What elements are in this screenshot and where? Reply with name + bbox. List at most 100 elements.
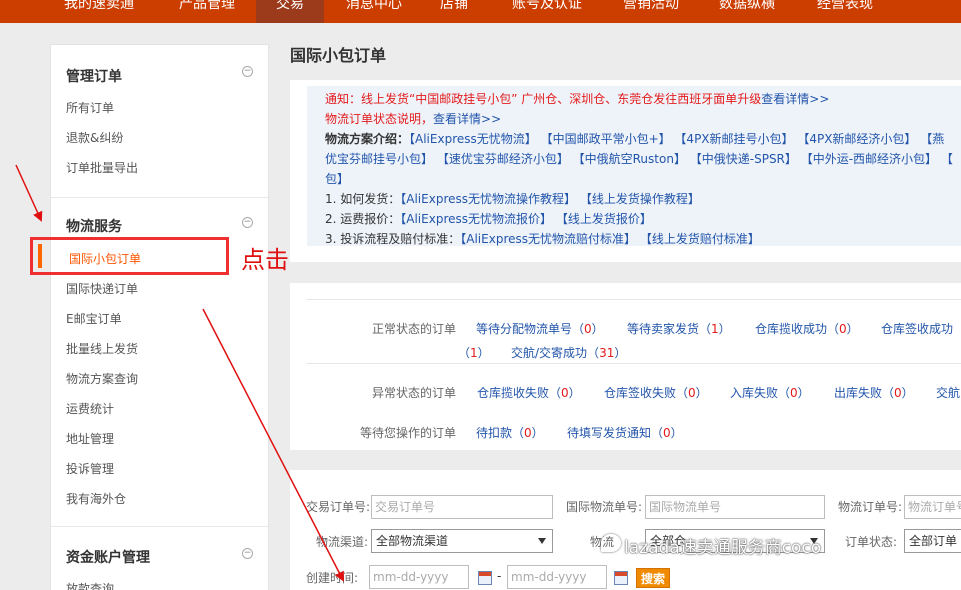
nav-my-aliexpress[interactable]: 我的速卖通 — [55, 0, 143, 23]
start-date-input[interactable] — [369, 565, 469, 589]
calendar-icon[interactable] — [478, 571, 492, 585]
status-link[interactable]: 仓库签收失败（0） — [604, 384, 708, 401]
nav-performance[interactable]: 经营表现 — [806, 0, 884, 23]
divider — [306, 363, 961, 364]
plan-links[interactable]: 【AliExpress无忧物流】 【中国邮政平常小包+】 【4PX新邮挂号小包】… — [409, 132, 944, 146]
top-nav: 我的速卖通 产品管理 交易 消息中心 店铺 账号及认证 营销活动 数据纵横 经营… — [0, 0, 961, 23]
order-status-value: 全部订单 — [909, 534, 958, 548]
status-link[interactable]: 交航/交寄成功（31） — [511, 344, 626, 361]
nav-marketing[interactable]: 营销活动 — [612, 0, 690, 23]
sidebar: 管理订单 − 所有订单 退款&纠纷 订单批量导出 物流服务 − 国际小包订单 国… — [50, 44, 269, 590]
nav-trade[interactable]: 交易 — [256, 0, 324, 23]
calendar-icon[interactable] — [614, 571, 628, 585]
intl-tracking-input[interactable] — [645, 495, 825, 519]
divider — [51, 526, 268, 527]
status-name: 待填写发货通知 — [567, 426, 652, 440]
sidebar-item-complaints[interactable]: 投诉管理 — [66, 460, 114, 477]
status-name: 仓库签收失败 — [604, 386, 677, 400]
collapse-icon[interactable]: − — [242, 548, 253, 559]
status-count: 0 — [790, 386, 798, 400]
status-link[interactable]: 待扣款（0） — [476, 424, 544, 441]
status-name: 待扣款 — [476, 426, 513, 440]
search-button[interactable]: 搜索 — [636, 568, 670, 588]
status-link[interactable]: 仓库揽收失败（0） — [477, 384, 581, 401]
status-link[interactable]: 入库失败（0） — [730, 384, 810, 401]
end-date-input[interactable] — [507, 565, 607, 589]
sidebar-item-refunds[interactable]: 退款&纠纷 — [66, 129, 123, 146]
sidebar-item-intl-express[interactable]: 国际快递订单 — [66, 280, 138, 297]
nav-products[interactable]: 产品管理 — [168, 0, 246, 23]
status-desc-text: 物流订单状态说明， — [325, 112, 434, 126]
status-link[interactable]: 仓库签收成功（ — [881, 320, 961, 337]
abnormal-orders-label: 异常状态的订单 — [372, 386, 457, 400]
wechat-icon — [601, 534, 621, 552]
faq-label: 2. 运费报价： — [325, 212, 401, 226]
click-annotation: 点击 — [241, 246, 289, 274]
status-link[interactable]: 等待卖家发货（1） — [627, 320, 731, 337]
watermark: lazada速卖通服务商coco — [624, 538, 822, 558]
page-title: 国际小包订单 — [290, 46, 387, 65]
section-title-manage-orders: 管理订单 — [66, 69, 122, 85]
status-count: 0 — [584, 322, 592, 336]
sidebar-item-payout-query[interactable]: 放款查询 — [66, 580, 114, 590]
status-name: 入库失败 — [730, 386, 779, 400]
nav-messages[interactable]: 消息中心 — [335, 0, 413, 23]
status-name: 交航/交寄成功 — [511, 346, 588, 360]
status-link[interactable]: 仓库揽收成功（0） — [755, 320, 859, 337]
faq-label: 3. 投诉流程及赔付标准： — [325, 232, 461, 246]
status-name: 仓库签收成功 — [881, 322, 954, 336]
status-count: 0 — [688, 386, 696, 400]
date-range-separator: - — [497, 569, 502, 583]
nav-account[interactable]: 账号及认证 — [503, 0, 591, 23]
notice-line: 通知：线上发货“中国邮政挂号小包” 广州仓、深圳仓、东莞仓发往西班牙面单升级查看… — [325, 90, 829, 107]
notice-detail-link[interactable]: 查看详情>> — [761, 92, 829, 106]
status-link[interactable]: 待填写发货通知（0） — [567, 424, 683, 441]
status-name: 等待分配物流单号 — [476, 322, 573, 336]
status-name: 等待卖家发货 — [627, 322, 700, 336]
logistics-order-label: 物流订单号: — [838, 500, 903, 514]
sidebar-item-batch-export[interactable]: 订单批量导出 — [66, 159, 138, 176]
plans-line: 物流方案介绍：【AliExpress无忧物流】 【中国邮政平常小包+】 【4PX… — [325, 130, 944, 147]
nav-store[interactable]: 店铺 — [425, 0, 483, 23]
channel-value: 全部物流渠道 — [376, 534, 449, 548]
status-count: 0 — [561, 386, 569, 400]
sidebar-item-plan-query[interactable]: 物流方案查询 — [66, 370, 138, 387]
order-status-select[interactable]: 全部订单 — [904, 529, 961, 553]
collapse-icon[interactable]: − — [242, 217, 253, 228]
faq-links[interactable]: 【AliExpress无忧物流报价】 【线上发货报价】 — [400, 212, 652, 226]
logistics-order-input[interactable] — [904, 495, 961, 519]
order-status-label: 订单状态: — [845, 535, 898, 549]
faq-links[interactable]: 【AliExpress无忧物流操作教程】 【线上发货操作教程】 — [400, 192, 700, 206]
status-link[interactable]: （1） — [458, 344, 490, 361]
intl-tracking-label: 国际物流单号: — [566, 500, 643, 514]
notice-panel: 通知：线上发货“中国邮政挂号小包” 广州仓、深圳仓、东莞仓发往西班牙面单升级查看… — [290, 80, 961, 262]
nav-data[interactable]: 数据纵横 — [708, 0, 786, 23]
status-name: 出库失败 — [834, 386, 883, 400]
status-detail-link[interactable]: 查看详情>> — [433, 112, 501, 126]
sidebar-item-overseas-warehouse[interactable]: 我有海外仓 — [66, 490, 126, 507]
arrow-to-menu — [15, 164, 43, 222]
normal-orders-label: 正常状态的订单 — [372, 322, 457, 336]
plan-links[interactable]: 优宝芬邮挂号小包】 【速优宝芬邮经济小包】 【中俄航空Ruston】 【中俄快递… — [325, 150, 953, 167]
collapse-icon[interactable]: − — [242, 66, 253, 77]
status-link[interactable]: 交航 — [936, 384, 960, 401]
chevron-down-icon — [538, 538, 546, 544]
sidebar-item-address[interactable]: 地址管理 — [66, 430, 114, 447]
divider — [306, 299, 961, 300]
status-count: 31 — [599, 346, 615, 360]
sidebar-item-all-orders[interactable]: 所有订单 — [66, 99, 114, 116]
waiting-orders-label: 等待您操作的订单 — [360, 426, 457, 440]
status-link[interactable]: 出库失败（0） — [834, 384, 914, 401]
channel-select[interactable]: 全部物流渠道 — [371, 529, 553, 553]
plan-links[interactable]: 包】 — [325, 170, 349, 187]
status-name: 仓库揽收成功 — [755, 322, 828, 336]
trade-order-input[interactable] — [371, 495, 553, 519]
status-count: 1 — [711, 322, 719, 336]
sidebar-item-batch-ship[interactable]: 批量线上发货 — [66, 340, 138, 357]
notice-line: 物流订单状态说明，查看详情>> — [325, 110, 501, 127]
status-count: 0 — [524, 426, 532, 440]
sidebar-item-freight-stats[interactable]: 运费统计 — [66, 400, 114, 417]
status-link[interactable]: 等待分配物流单号（0） — [476, 320, 604, 337]
faq-links[interactable]: 【AliExpress无忧物流赔付标准】 【线上发货赔付标准】 — [460, 232, 760, 246]
sidebar-item-epacket[interactable]: E邮宝订单 — [66, 310, 122, 327]
